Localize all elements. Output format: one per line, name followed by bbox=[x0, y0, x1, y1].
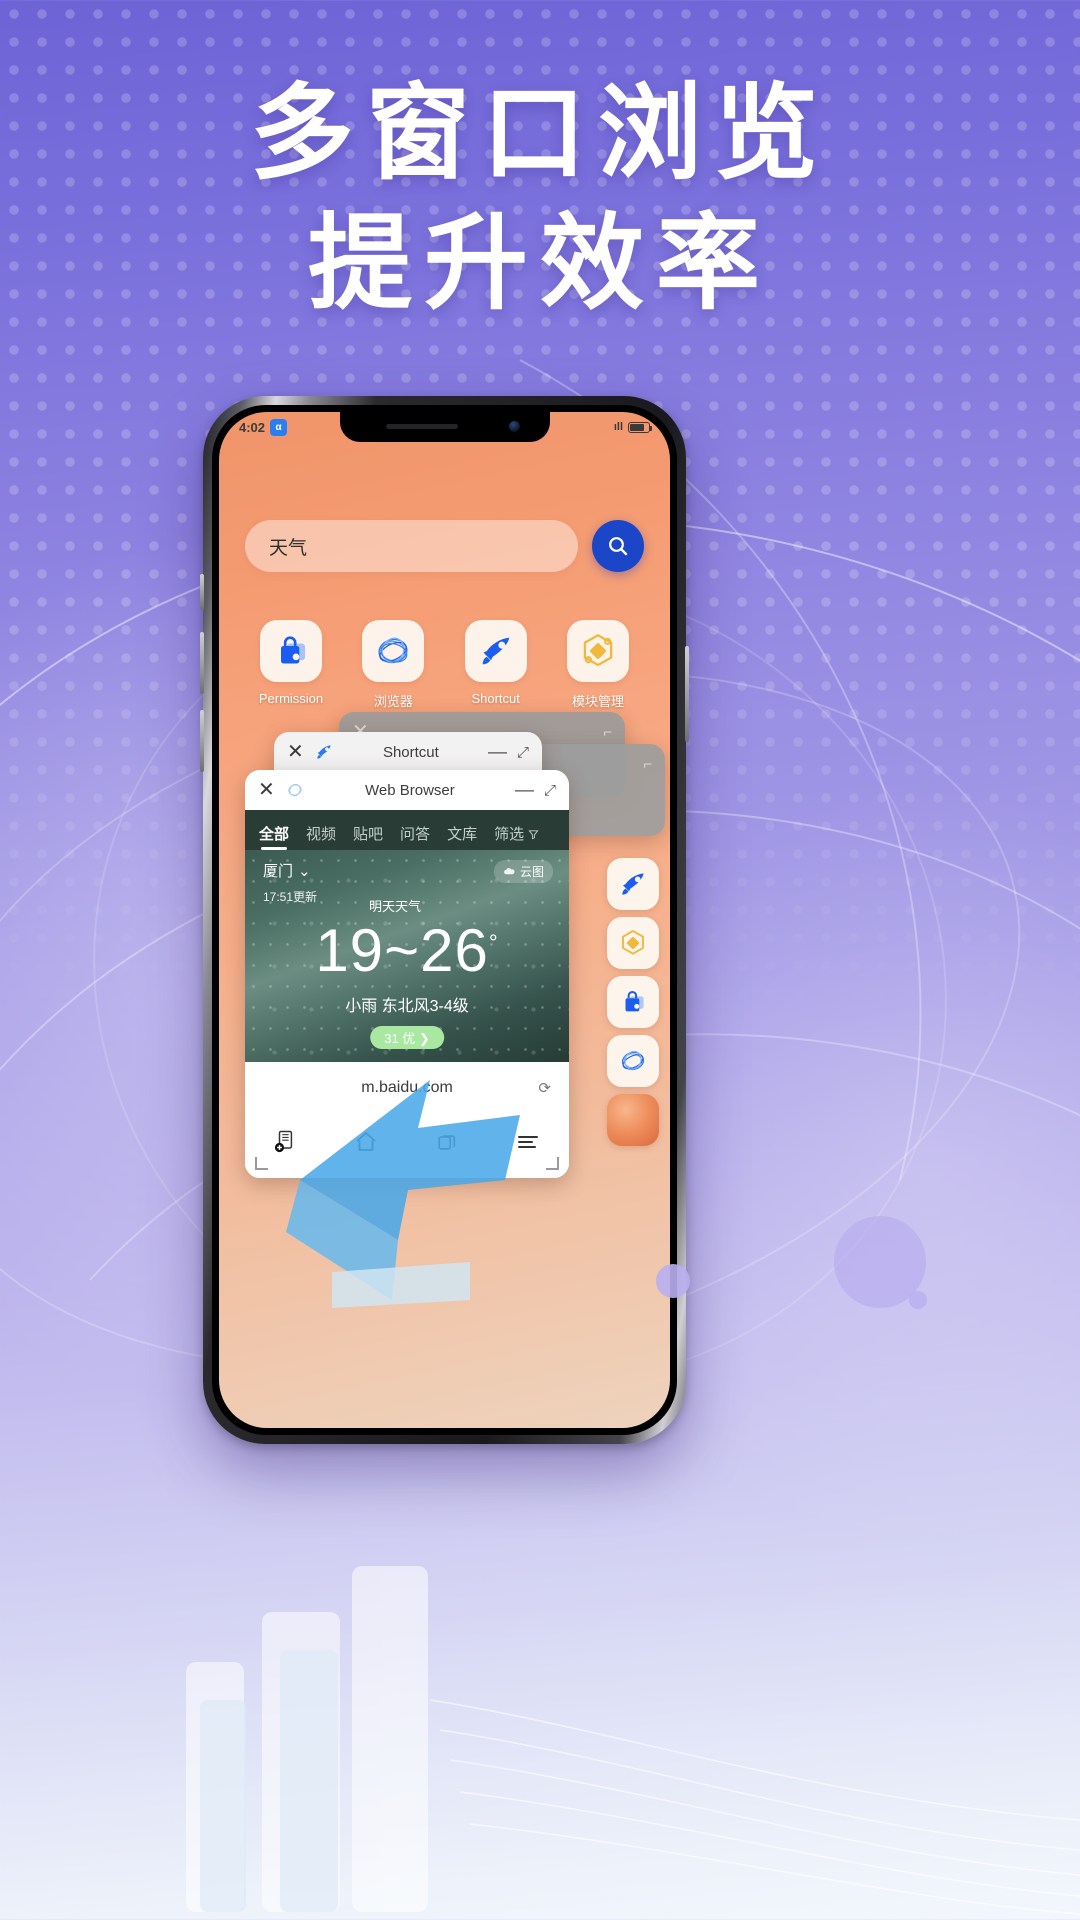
rocket-icon bbox=[317, 745, 331, 759]
maximize-icon[interactable]: ⤢ bbox=[544, 782, 556, 799]
weather-city-name: 厦门 bbox=[263, 863, 294, 880]
weather-tomorrow-label[interactable]: 明天天气 bbox=[369, 896, 421, 915]
dock-item-browser[interactable] bbox=[607, 1035, 659, 1087]
phone-mockup: 4:02 α ıll 天气 Permission 浏览器 Shortcut 模块… bbox=[200, 396, 689, 1444]
browser-content: 全部 视频 贴吧 问答 文库 筛选 厦门 ⌄ 17:51更新 明天天气 云图 1… bbox=[245, 810, 569, 1178]
phone-button-volume-down[interactable] bbox=[200, 710, 204, 772]
tabs-icon[interactable] bbox=[436, 1131, 458, 1153]
lock-bag-icon bbox=[625, 991, 644, 1012]
phone-bezel: 4:02 α ıll 天气 Permission 浏览器 Shortcut 模块… bbox=[212, 405, 677, 1435]
weather-temperature: 19~26° bbox=[245, 916, 569, 985]
window-title: Web Browser bbox=[364, 781, 455, 799]
close-icon[interactable]: ✕ bbox=[258, 780, 275, 800]
add-bookmark-icon[interactable] bbox=[274, 1130, 296, 1154]
window-stack: ✕ ⌐ ⌐ ✕ bbox=[219, 412, 670, 1428]
weather-updated: 17:51更新 bbox=[263, 890, 318, 904]
window-titlebar: ✕ Web Browser — ⤢ bbox=[245, 770, 569, 810]
headline-line-2: 提升效率 bbox=[307, 206, 772, 322]
resize-handle-right[interactable] bbox=[546, 1157, 559, 1170]
window-title: Shortcut bbox=[382, 743, 439, 761]
phone-screen: 4:02 α ıll 天气 Permission 浏览器 Shortcut 模块… bbox=[219, 412, 670, 1428]
browser-tab-bar: 全部 视频 贴吧 问答 文库 筛选 bbox=[245, 810, 569, 850]
tab-qa[interactable]: 问答 bbox=[400, 823, 430, 844]
phone-button-volume-up[interactable] bbox=[200, 632, 204, 694]
earpiece-speaker bbox=[385, 424, 458, 429]
browser-swirl-icon bbox=[621, 1050, 645, 1071]
battery-icon bbox=[628, 421, 652, 433]
side-dock bbox=[604, 858, 662, 1146]
menu-icon[interactable] bbox=[516, 1132, 540, 1152]
temp-unit: ° bbox=[488, 930, 499, 955]
aqi-badge[interactable]: 31 优 ❯ bbox=[370, 1026, 444, 1049]
page-title: 多窗口浏览 提升效率 bbox=[0, 78, 1080, 322]
dock-item-module-manager[interactable] bbox=[607, 917, 659, 969]
temp-separator: ~ bbox=[384, 917, 421, 984]
cloud-map-label: 云图 bbox=[519, 865, 544, 879]
minimize-icon[interactable]: — bbox=[488, 743, 507, 762]
window-titlebar: ✕ Shortcut — ⤢ bbox=[274, 732, 542, 772]
cloud-map-icon bbox=[504, 868, 515, 875]
dock-item-shortcut[interactable] bbox=[607, 858, 659, 910]
cloud-map-button[interactable]: 云图 bbox=[493, 860, 553, 883]
headline-line-1: 多窗口浏览 bbox=[249, 76, 830, 192]
status-time: 4:02 bbox=[239, 419, 266, 435]
window-card-web-browser[interactable]: ✕ Web Browser — ⤢ 全部 视频 贴吧 问答 文库 筛选 厦门 ⌄… bbox=[245, 770, 569, 1178]
browser-url-bar[interactable]: m.baidu.com ⟳ bbox=[245, 1062, 569, 1114]
resize-handle-left[interactable] bbox=[255, 1157, 268, 1170]
tab-tieba[interactable]: 贴吧 bbox=[353, 823, 383, 844]
chevron-down-icon: ⌄ bbox=[298, 862, 311, 880]
phone-notch bbox=[339, 412, 550, 442]
tab-filter[interactable]: 筛选 bbox=[494, 823, 539, 844]
app-badge-icon: α bbox=[270, 418, 288, 436]
browser-swirl-icon bbox=[288, 783, 302, 797]
home-icon[interactable] bbox=[354, 1130, 378, 1154]
module-hex-icon bbox=[622, 929, 644, 955]
tab-video[interactable]: 视频 bbox=[306, 823, 336, 844]
dock-item-permission[interactable] bbox=[607, 976, 659, 1028]
front-camera-icon bbox=[508, 421, 520, 432]
maximize-icon[interactable]: ⤢ bbox=[517, 744, 529, 761]
tab-filter-label: 筛选 bbox=[494, 826, 525, 843]
browser-toolbar bbox=[245, 1114, 569, 1170]
temp-low: 19 bbox=[315, 917, 385, 984]
weather-condition: 小雨 东北风3-4级 bbox=[345, 998, 469, 1015]
signal-icon: ıll bbox=[613, 421, 623, 433]
dock-item-floating-ball[interactable] bbox=[607, 1094, 659, 1146]
tab-all[interactable]: 全部 bbox=[259, 823, 289, 850]
tab-library[interactable]: 文库 bbox=[447, 823, 477, 844]
minimize-icon[interactable]: — bbox=[515, 781, 534, 800]
temp-high: 26 bbox=[420, 917, 489, 984]
browser-url-text: m.baidu.com bbox=[361, 1079, 453, 1096]
funnel-icon bbox=[528, 830, 539, 840]
rocket-icon bbox=[622, 873, 644, 895]
weather-city[interactable]: 厦门 ⌄ bbox=[263, 860, 311, 881]
phone-button-mute[interactable] bbox=[200, 574, 204, 610]
close-icon[interactable]: ✕ bbox=[287, 742, 304, 762]
phone-button-power[interactable] bbox=[685, 646, 689, 742]
weather-card: 厦门 ⌄ 17:51更新 明天天气 云图 19~26° 小雨 东北风3-4级 3… bbox=[245, 850, 569, 1062]
reload-icon[interactable]: ⟳ bbox=[538, 1079, 551, 1097]
